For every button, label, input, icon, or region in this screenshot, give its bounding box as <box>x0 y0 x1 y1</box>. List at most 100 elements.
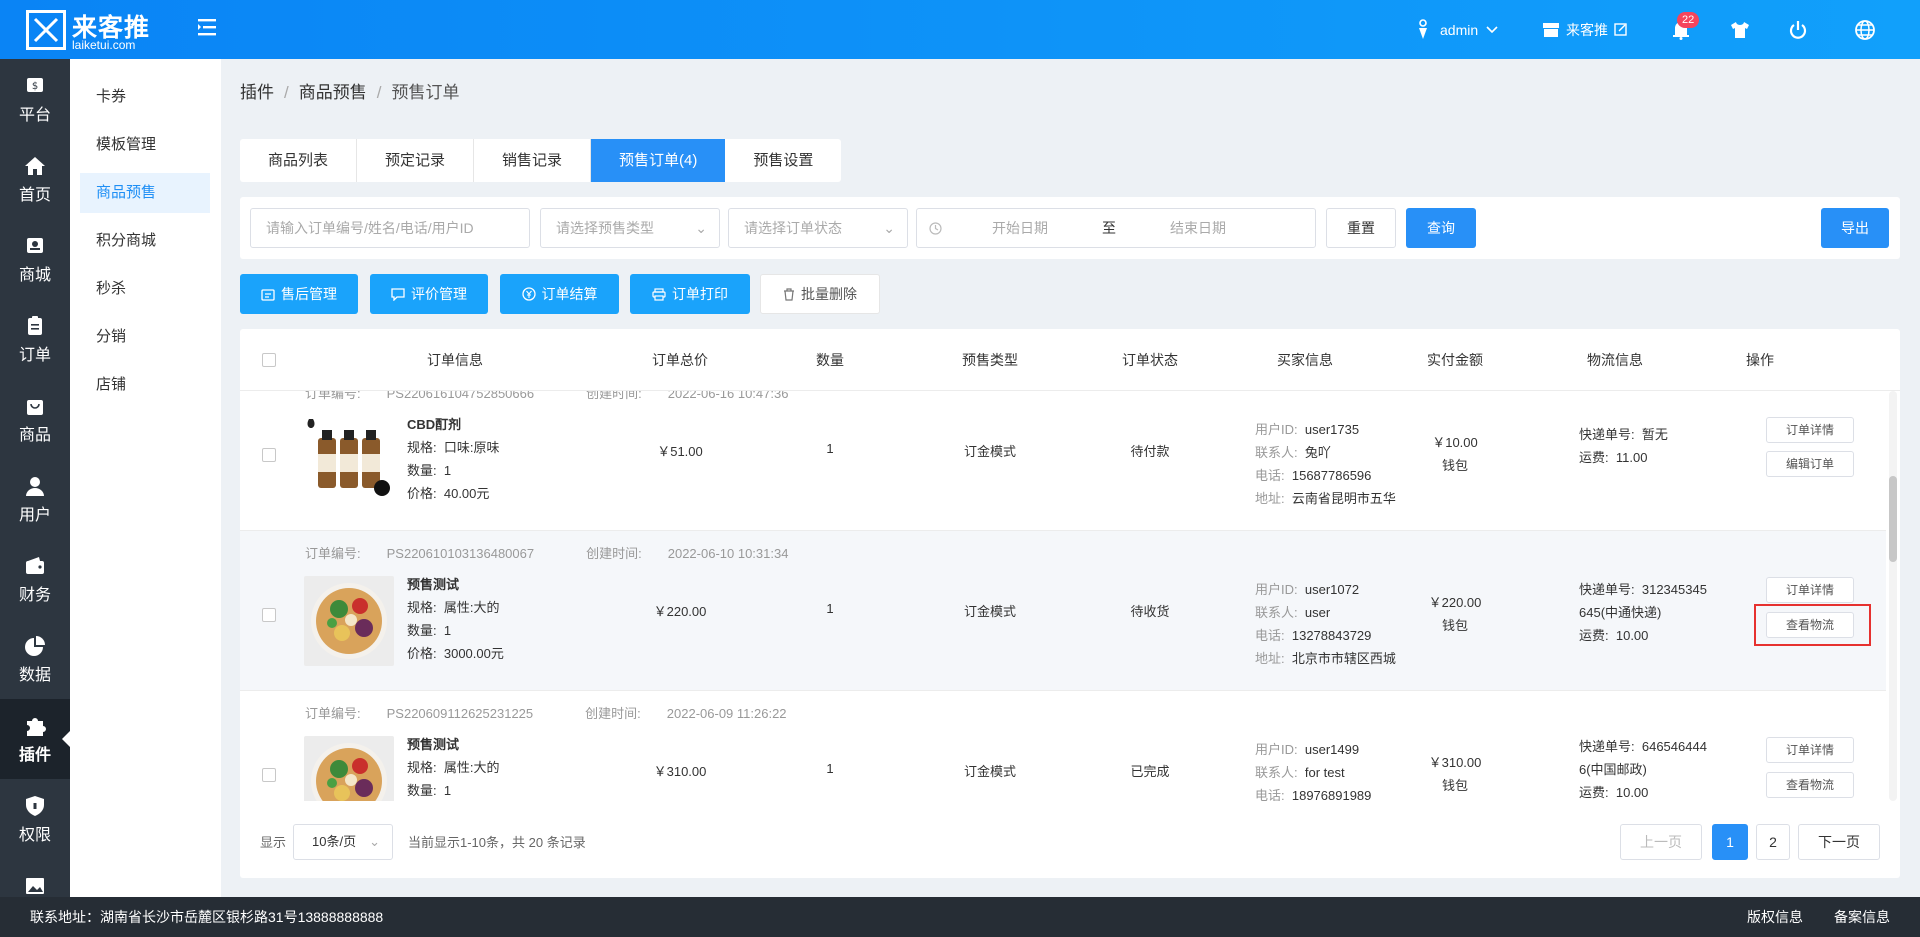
copyright-link[interactable]: 版权信息 <box>1747 897 1803 937</box>
table-scrollbar[interactable] <box>1889 391 1897 801</box>
menu-toggle-icon[interactable] <box>196 16 222 42</box>
logo[interactable]: 来客推 laiketui.com <box>26 8 150 52</box>
query-button[interactable]: 查询 <box>1406 208 1476 248</box>
tshirt-icon <box>1731 21 1749 38</box>
breadcrumb-plugins[interactable]: 插件 <box>240 83 274 102</box>
order-detail-button[interactable]: 订单详情 <box>1766 737 1854 763</box>
product-image[interactable] <box>304 736 394 801</box>
presale-type: 订金模式 <box>963 444 1016 459</box>
page-2-button[interactable]: 2 <box>1756 824 1790 860</box>
nav-item-platform[interactable]: $ 平台 <box>0 59 70 139</box>
tab-sales-records[interactable]: 销售记录 <box>474 139 592 182</box>
clock-icon <box>929 222 942 235</box>
tab-presale-settings[interactable]: 预售设置 <box>725 139 841 182</box>
date-range-picker[interactable]: 开始日期 至 结束日期 <box>916 208 1316 248</box>
order-detail-button[interactable]: 订单详情 <box>1766 577 1854 603</box>
order-detail-button[interactable]: 订单详情 <box>1766 417 1854 443</box>
skin-button[interactable] <box>1730 0 1750 59</box>
next-page-button[interactable]: 下一页 <box>1798 824 1880 860</box>
order-settlement-button[interactable]: 订单结算 <box>500 274 619 314</box>
scrollbar-thumb[interactable] <box>1889 476 1897 562</box>
nav-item-permissions[interactable]: 权限 <box>0 779 70 859</box>
image-icon <box>26 878 44 894</box>
tab-product-list[interactable]: 商品列表 <box>240 139 358 182</box>
notification-button[interactable] <box>1672 0 1690 59</box>
product-name[interactable]: 预售测试 <box>407 733 499 756</box>
order-total: ￥310.00 <box>653 764 707 779</box>
user-menu[interactable]: admin <box>1414 0 1498 59</box>
store-icon <box>1543 22 1559 37</box>
review-management-button[interactable]: 评价管理 <box>370 274 488 314</box>
breadcrumb: 插件 / 商品预售 / 预售订单 <box>240 83 460 102</box>
presale-type-select[interactable]: 请选择预售类型 ⌄ <box>540 208 720 248</box>
table-header: 订单信息 订单总价 数量 预售类型 订单状态 买家信息 实付金额 物流信息 操作 <box>240 329 1900 391</box>
home-icon <box>25 157 45 175</box>
logistics-info: 快递单号: 646546444 6(中国邮政) 运费: 10.00 <box>1579 739 1707 800</box>
end-date-input[interactable]: 结束日期 <box>1170 209 1226 247</box>
order-status-select[interactable]: 请选择订单状态 ⌄ <box>728 208 908 248</box>
edit-order-button[interactable]: 编辑订单 <box>1766 451 1854 477</box>
dollar-icon: $ <box>27 78 43 92</box>
main-nav: $ 平台 首页 商城 订单 商品 用户 财务 数据 插件 权限 <box>0 59 70 897</box>
start-date-input[interactable]: 开始日期 <box>992 209 1048 247</box>
page-size-select[interactable]: 10条/页 ⌄ <box>293 824 393 860</box>
keyword-search-input[interactable]: 请输入订单编号/姓名/电话/用户ID <box>250 208 530 248</box>
col-presale-type: 预售类型 <box>962 352 1018 368</box>
product-image[interactable] <box>304 416 394 506</box>
nav-item-home[interactable]: 首页 <box>0 139 70 219</box>
nav-item-users[interactable]: 用户 <box>0 459 70 539</box>
store-link[interactable]: 来客推 <box>1542 0 1627 59</box>
external-link-icon <box>1614 23 1627 36</box>
table-row: 订单编号: PS220610103136480067 创建时间: 2022-06-10… <box>240 531 1886 691</box>
store-name: 来客推 <box>1566 21 1608 38</box>
order-print-button[interactable]: 订单打印 <box>630 274 750 314</box>
subnav-item-presale[interactable]: 商品预售 <box>80 173 210 213</box>
printer-icon <box>652 288 666 301</box>
brand-domain: laiketui.com <box>72 38 136 52</box>
row-checkbox[interactable] <box>262 448 276 462</box>
nav-item-plugins[interactable]: 插件 <box>0 699 70 779</box>
col-paid: 实付金额 <box>1427 352 1483 368</box>
col-status: 订单状态 <box>1122 352 1178 368</box>
after-sales-button[interactable]: 售后管理 <box>240 274 358 314</box>
nav-item-finance[interactable]: 财务 <box>0 539 70 619</box>
col-total: 订单总价 <box>652 352 708 368</box>
nav-item-media[interactable] <box>0 859 70 897</box>
tab-reservations[interactable]: 预定记录 <box>357 139 475 182</box>
tab-presale-orders[interactable]: 预售订单(4) <box>591 139 726 182</box>
order-quantity: 1 <box>826 441 834 456</box>
row-checkbox[interactable] <box>262 608 276 622</box>
nav-item-data[interactable]: 数据 <box>0 619 70 699</box>
puzzle-icon <box>27 718 46 736</box>
order-total: ￥220.00 <box>653 604 707 619</box>
breadcrumb-presale[interactable]: 商品预售 <box>299 83 367 102</box>
paid-amount: ￥310.00 钱包 <box>1428 755 1482 793</box>
row-checkbox[interactable] <box>262 768 276 782</box>
product-image[interactable] <box>304 576 394 666</box>
wallet-icon <box>26 557 44 574</box>
order-meta: 订单编号: PS220616104752850666 创建时间: 2022-06-16… <box>305 391 789 401</box>
reset-button[interactable]: 重置 <box>1326 208 1396 248</box>
icp-link[interactable]: 备案信息 <box>1834 897 1890 937</box>
nav-item-orders[interactable]: 订单 <box>0 299 70 379</box>
export-button[interactable]: 导出 <box>1821 208 1889 248</box>
prev-page-button[interactable]: 上一页 <box>1620 824 1702 860</box>
product-name[interactable]: CBD酊剂 <box>407 413 499 436</box>
view-logistics-button[interactable]: 查看物流 <box>1766 772 1854 798</box>
plugin-subnav: 卡券 模板管理 商品预售 积分商城 秒杀 分销 店铺 <box>70 59 221 897</box>
col-order-info: 订单信息 <box>427 352 483 368</box>
username: admin <box>1440 21 1479 38</box>
filter-bar: 请输入订单编号/姓名/电话/用户ID 请选择预售类型 ⌄ 请选择订单状态 ⌄ 开… <box>240 197 1900 259</box>
nav-item-products[interactable]: 商品 <box>0 379 70 459</box>
nav-item-mall[interactable]: 商城 <box>0 219 70 299</box>
product-name[interactable]: 预售测试 <box>407 573 504 596</box>
page-1-button[interactable]: 1 <box>1712 824 1748 860</box>
select-all-checkbox[interactable] <box>262 353 276 367</box>
logout-button[interactable] <box>1788 0 1808 59</box>
svg-text:$: $ <box>32 81 38 92</box>
order-status: 待收货 <box>1130 604 1170 619</box>
batch-delete-button[interactable]: 批量删除 <box>760 274 880 314</box>
language-button[interactable] <box>1854 0 1876 59</box>
presale-type: 订金模式 <box>963 764 1016 779</box>
paid-amount: ￥220.00 钱包 <box>1428 595 1482 633</box>
